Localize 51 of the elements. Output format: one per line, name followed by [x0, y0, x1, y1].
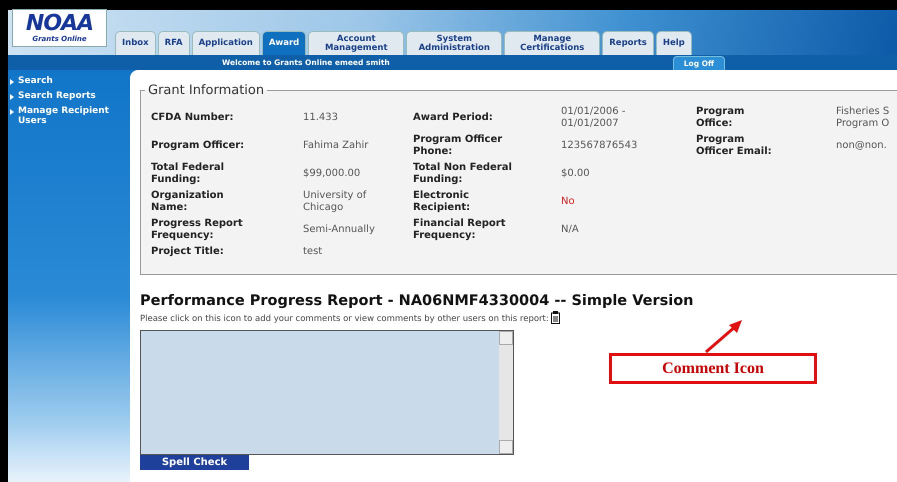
leader-arrow — [705, 320, 742, 354]
nav-tab[interactable]: Inbox — [115, 31, 156, 55]
comment-icon[interactable] — [550, 311, 560, 324]
comment-text-area[interactable] — [140, 330, 514, 455]
sidebar-link[interactable]: Manage Recipient Users — [18, 106, 130, 126]
field-value: Semi-Annually — [303, 224, 376, 236]
bullet-icon — [10, 94, 14, 100]
nav-tab[interactable]: System Administration — [406, 31, 502, 55]
field-label: Total Federal Funding: — [151, 162, 226, 186]
field-label: Total Non Federal Funding: — [413, 162, 513, 186]
field-label: Progress Report Frequency: — [151, 218, 244, 242]
bullet-icon — [10, 109, 14, 115]
sidebar-link[interactable]: Search — [18, 76, 53, 86]
instruction-text: Please click on this icon to add your comments or view comments by other users on this report: — [140, 314, 549, 324]
field-value: Fisheries S Program O — [836, 106, 890, 130]
field-label: Organization Name: — [151, 190, 225, 214]
nav-tab[interactable]: Help — [656, 31, 692, 55]
field-label: Electronic Recipient: — [413, 190, 472, 214]
nav-tab[interactable]: Application — [192, 31, 260, 55]
bullet-icon — [10, 79, 14, 85]
field-label: Financial Report Frequency: — [413, 218, 506, 242]
field-value: Fahima Zahir — [303, 140, 370, 152]
field-value: non@non. — [836, 140, 888, 152]
field-label: CFDA Number: — [151, 112, 234, 124]
spell-check-button[interactable]: Spell Check — [140, 455, 249, 470]
field-value: $99,000.00 — [303, 168, 362, 180]
field-label: Program Officer Phone: — [413, 134, 504, 158]
callout-label: Comment Icon — [609, 353, 817, 384]
field-value: 11.433 — [303, 112, 339, 124]
nav-tab[interactable]: Account Management — [308, 31, 404, 55]
field-value: test — [303, 246, 324, 258]
field-label: Program Officer Email: — [696, 134, 773, 158]
field-value: N/A — [561, 224, 580, 236]
nav-tab[interactable]: Manage Certifications — [504, 31, 600, 55]
panel-title: Grant Information — [147, 83, 266, 98]
nav-tab[interactable]: Award — [262, 31, 306, 55]
field-label: Award Period: — [413, 112, 494, 124]
field-value: 01/01/2006 - 01/01/2007 — [561, 106, 626, 130]
field-value: University of Chicago — [303, 190, 368, 214]
field-value: $0.00 — [561, 168, 591, 180]
scrollbar[interactable] — [499, 331, 513, 454]
field-value: 123567876543 — [561, 140, 638, 152]
logo-title: NOAA — [26, 13, 94, 35]
field-label: Program Officer: — [151, 140, 246, 152]
nav-tab[interactable]: RFA — [158, 31, 190, 55]
field-label: Project Title: — [151, 246, 225, 258]
field-value: No — [561, 196, 576, 208]
sidebar-link[interactable]: Search Reports — [18, 91, 96, 101]
field-label: Program Office: — [696, 106, 746, 130]
report-title: Performance Progress Report - NA06NMF4330004 -- Simple Version — [140, 293, 694, 309]
nav-tab[interactable]: Reports — [602, 31, 654, 55]
